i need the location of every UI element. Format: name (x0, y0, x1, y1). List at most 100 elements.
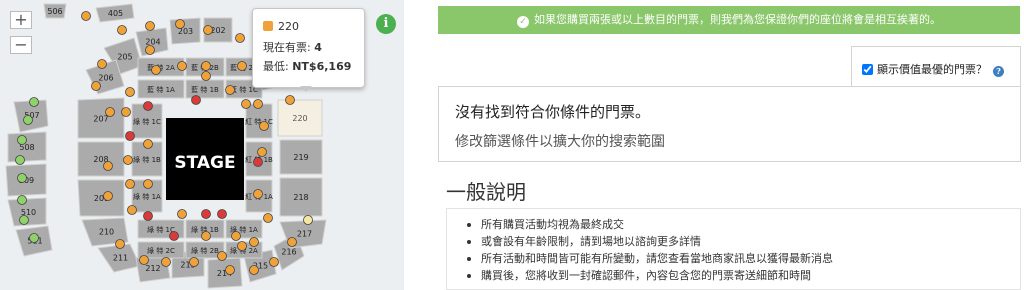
section-label: 綠 特 1A (133, 192, 161, 201)
price-marker-orange[interactable] (97, 59, 107, 69)
list-item: 購買後，您將收到一封確認郵件，內容包含您的門票寄送細節和時間 (467, 267, 1020, 284)
price-marker-orange[interactable] (143, 139, 153, 149)
price-marker-orange[interactable] (201, 71, 211, 81)
price-marker-orange[interactable] (225, 85, 235, 95)
price-marker-orange[interactable] (257, 147, 267, 157)
price-marker-orange[interactable] (81, 11, 91, 21)
best-value-label[interactable]: 顯示價值最優的門票？ (877, 63, 987, 76)
price-marker-orange[interactable] (225, 265, 235, 275)
price-marker-orange[interactable] (127, 205, 137, 215)
section-b2a[interactable]: 藍 特 2A (137, 57, 185, 77)
section-b1a[interactable]: 藍 特 1A (137, 79, 185, 99)
section-218[interactable]: 218 (279, 177, 323, 217)
price-marker-orange[interactable] (249, 237, 259, 247)
price-marker-orange[interactable] (269, 257, 279, 267)
stage-label: STAGE (174, 153, 235, 173)
section-label: 205 (117, 53, 132, 62)
section-220[interactable]: 220 (277, 99, 323, 137)
price-marker-green[interactable] (23, 115, 33, 125)
price-marker-orange[interactable] (253, 189, 263, 199)
price-marker-orange[interactable] (263, 213, 273, 223)
section-tooltip: 220 現在有票: 4 最低: NT$6,169 (252, 8, 365, 88)
price-marker-orange[interactable] (151, 65, 161, 75)
section-219[interactable]: 219 (279, 139, 323, 175)
section-207[interactable]: 207 (77, 97, 125, 139)
price-marker-orange[interactable] (145, 21, 155, 31)
section-405[interactable]: 405 (95, 3, 135, 23)
price-marker-green[interactable] (17, 195, 27, 205)
price-marker-orange[interactable] (123, 155, 133, 165)
price-marker-orange[interactable] (91, 81, 101, 91)
price-marker-orange[interactable] (139, 255, 149, 265)
section-508[interactable]: 508 (7, 131, 47, 163)
price-marker-orange[interactable] (125, 87, 135, 97)
zoom-in-button[interactable]: + (10, 11, 32, 29)
best-value-checkbox[interactable] (862, 64, 873, 75)
price-marker-orange[interactable] (201, 61, 211, 71)
price-marker-green[interactable] (29, 97, 39, 107)
price-marker-red[interactable] (201, 209, 211, 219)
price-marker-green[interactable] (17, 135, 27, 145)
price-marker-orange[interactable] (125, 179, 135, 189)
price-marker-red[interactable] (143, 101, 153, 111)
price-marker-orange[interactable] (235, 33, 245, 43)
section-r1c[interactable]: 紅 特 1C (245, 103, 273, 139)
zoom-out-button[interactable]: − (10, 36, 32, 54)
price-marker-orange[interactable] (241, 99, 251, 109)
price-marker-orange[interactable] (121, 107, 131, 117)
price-marker-orange[interactable] (231, 231, 241, 241)
general-info-title: 一般說明 (446, 180, 526, 204)
price-marker-yellow[interactable] (303, 215, 313, 225)
section-214[interactable]: 214 (207, 257, 243, 289)
no-results-title: 沒有找到符合你條件的門票。 (455, 103, 651, 121)
price-marker-red[interactable] (125, 131, 135, 141)
price-marker-orange[interactable] (115, 239, 125, 249)
section-209[interactable]: 209 (77, 179, 125, 217)
seat-map[interactable]: 506 405 204 203 202 205 206 207 208 209 210 211 212 2… (0, 0, 404, 290)
section-label: 紅 特 1C (245, 117, 273, 126)
list-item: 所有購買活動均視為最終成交 (467, 216, 1020, 233)
price-marker-orange[interactable] (237, 241, 247, 251)
list-item: 或會設有年齡限制，請到場地以諮詢更多詳情 (467, 233, 1020, 250)
price-marker-orange[interactable] (175, 19, 185, 29)
price-marker-orange[interactable] (203, 25, 213, 35)
price-marker-orange[interactable] (237, 61, 247, 71)
price-marker-red[interactable] (253, 157, 263, 167)
price-marker-green[interactable] (19, 215, 29, 225)
tooltip-stock-value: 4 (314, 41, 322, 54)
section-label: 405 (108, 9, 123, 18)
price-marker-orange[interactable] (249, 265, 259, 275)
price-marker-orange[interactable] (285, 95, 295, 105)
section-label: 204 (145, 38, 160, 47)
price-marker-orange[interactable] (217, 251, 227, 261)
price-marker-red[interactable] (169, 231, 179, 241)
price-marker-orange[interactable] (177, 61, 187, 71)
price-marker-green[interactable] (15, 155, 25, 165)
price-marker-orange[interactable] (103, 161, 113, 171)
price-marker-orange[interactable] (103, 191, 113, 201)
section-203[interactable]: 203 (169, 17, 201, 45)
best-value-toggle[interactable]: 顯示價值最優的門票？? (851, 46, 1021, 86)
price-marker-green[interactable] (29, 233, 39, 243)
section-b1b[interactable]: 藍 特 1B (185, 79, 225, 99)
info-icon[interactable]: i (376, 14, 396, 34)
section-208[interactable]: 208 (77, 141, 125, 177)
price-marker-orange[interactable] (177, 209, 187, 219)
price-marker-orange[interactable] (189, 257, 199, 267)
section-506[interactable]: 506 (43, 3, 67, 19)
price-marker-red[interactable] (191, 95, 201, 105)
price-marker-orange[interactable] (201, 231, 211, 241)
price-marker-red[interactable] (143, 211, 153, 221)
price-marker-orange[interactable] (161, 257, 171, 267)
price-marker-orange[interactable] (287, 237, 297, 247)
price-marker-orange[interactable] (117, 25, 127, 35)
price-marker-orange[interactable] (105, 107, 115, 117)
price-marker-green[interactable] (17, 173, 27, 183)
price-marker-red[interactable] (217, 209, 227, 219)
help-icon[interactable]: ? (993, 66, 1004, 77)
price-marker-orange[interactable] (253, 99, 263, 109)
price-marker-orange[interactable] (259, 121, 269, 131)
price-marker-orange[interactable] (145, 45, 155, 55)
check-circle-icon: ✓ (517, 16, 529, 28)
price-marker-orange[interactable] (143, 179, 153, 189)
